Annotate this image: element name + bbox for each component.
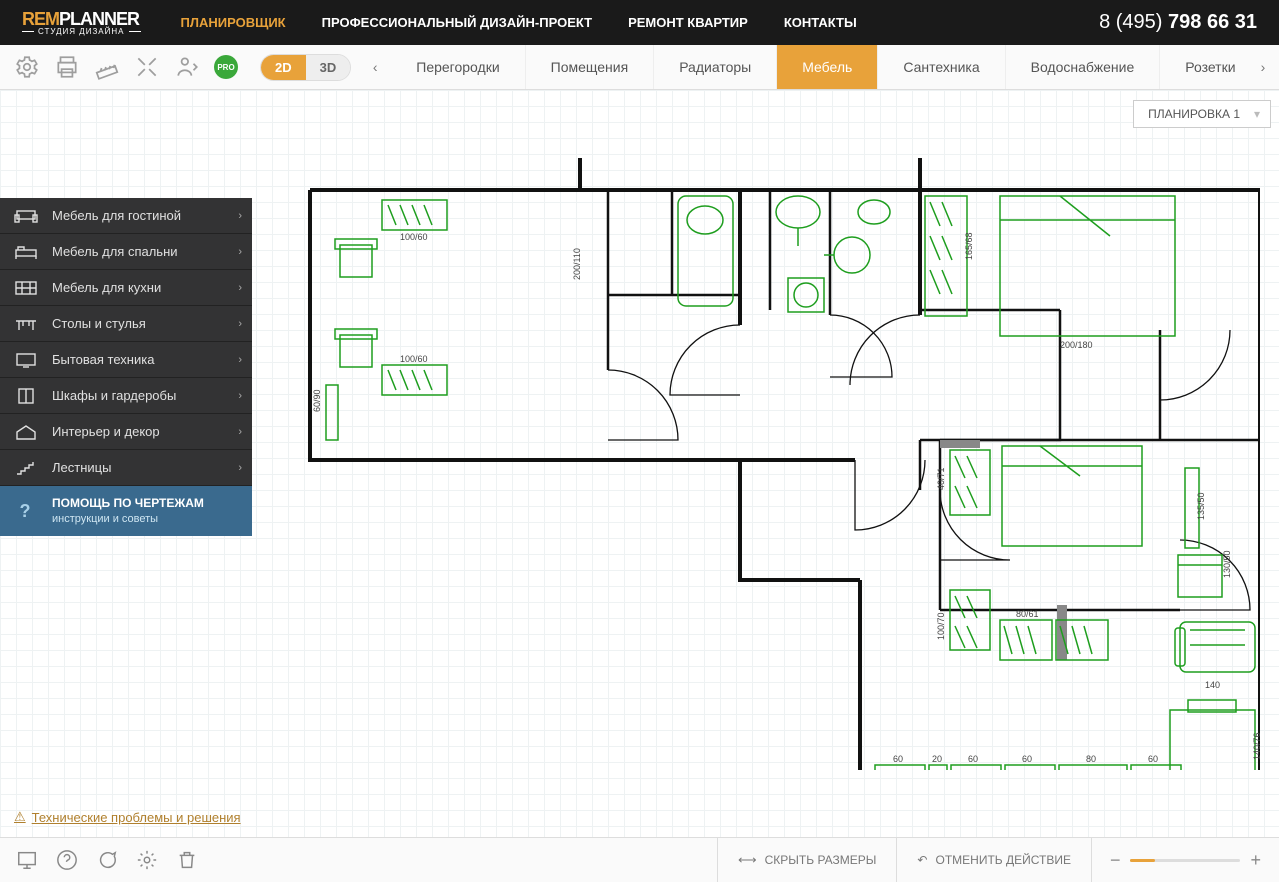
svg-text:20: 20: [932, 754, 942, 764]
svg-text:60: 60: [1148, 754, 1158, 764]
undo-button[interactable]: ↶ОТМЕНИТЬ ДЕЙСТВИЕ: [896, 838, 1091, 882]
sm-kitchen[interactable]: Мебель для кухни›: [0, 270, 252, 306]
tool-icons-group: PRO: [0, 54, 252, 80]
view-3d-button[interactable]: 3D: [306, 55, 351, 80]
phone-number[interactable]: 8 (495) 798 66 31: [1099, 11, 1257, 34]
cat-rooms[interactable]: Помещения: [526, 45, 655, 89]
chevron-right-icon: ›: [238, 390, 242, 402]
table-icon: [14, 314, 38, 334]
svg-text:60: 60: [893, 754, 903, 764]
cat-scroll-right[interactable]: ›: [1247, 45, 1279, 89]
stairs-icon: [14, 458, 38, 478]
print-icon[interactable]: [54, 54, 80, 80]
kitchen-icon: [14, 278, 38, 298]
logo-planner: PLANNER: [59, 9, 139, 29]
top-header: REMPLANNER СТУДИЯ ДИЗАЙНА ПЛАНИРОВЩИК ПР…: [0, 0, 1279, 45]
trash-icon[interactable]: [176, 849, 198, 871]
zoom-slider[interactable]: [1130, 859, 1240, 862]
svg-text:60: 60: [968, 754, 978, 764]
svg-text:80: 80: [1086, 754, 1096, 764]
sm-wardrobes[interactable]: Шкафы и гардеробы›: [0, 378, 252, 414]
category-tabs: Перегородки Помещения Радиаторы Мебель С…: [391, 45, 1247, 89]
chevron-right-icon: ›: [238, 318, 242, 330]
svg-text:200/180: 200/180: [1060, 340, 1093, 350]
cat-radiators[interactable]: Радиаторы: [654, 45, 777, 89]
svg-text:165/68: 165/68: [964, 232, 974, 260]
tools-icon[interactable]: [134, 54, 160, 80]
pro-badge[interactable]: PRO: [214, 55, 238, 79]
svg-text:60: 60: [1022, 754, 1032, 764]
chevron-right-icon: ›: [238, 246, 242, 258]
canvas[interactable]: ПЛАНИРОВКА 1 Мебель для гостиной› Мебель…: [0, 90, 1279, 837]
chevron-right-icon: ›: [238, 462, 242, 474]
tech-problems-link[interactable]: Технические проблемы и решения: [14, 809, 241, 825]
chevron-right-icon: ›: [238, 354, 242, 366]
cat-furniture[interactable]: Мебель: [777, 45, 878, 89]
help-circle-icon[interactable]: [56, 849, 78, 871]
cat-plumbing[interactable]: Сантехника: [878, 45, 1005, 89]
svg-text:100/70: 100/70: [936, 612, 946, 640]
toolbar: PRO 2D 3D ‹ Перегородки Помещения Радиат…: [0, 45, 1279, 90]
cat-scroll-left[interactable]: ‹: [359, 45, 391, 89]
question-icon: ?: [14, 500, 36, 522]
user-hand-icon[interactable]: [174, 54, 200, 80]
nav-contacts[interactable]: КОНТАКТЫ: [784, 15, 857, 30]
logo-rem: REM: [22, 9, 59, 29]
svg-text:200/110: 200/110: [572, 248, 582, 280]
svg-text:40/71: 40/71: [936, 467, 946, 490]
svg-text:135/50: 135/50: [1196, 492, 1206, 520]
svg-text:140: 140: [1205, 680, 1220, 690]
svg-text:140/76: 140/76: [1252, 732, 1260, 760]
furniture-sidemenu: Мебель для гостиной› Мебель для спальни›…: [0, 198, 252, 536]
sm-bedroom[interactable]: Мебель для спальни›: [0, 234, 252, 270]
chevron-right-icon: ›: [238, 426, 242, 438]
plan-dropdown[interactable]: ПЛАНИРОВКА 1: [1133, 100, 1271, 128]
monitor-icon[interactable]: [16, 849, 38, 871]
zoom-out-button[interactable]: −: [1110, 850, 1121, 871]
svg-text:130/50: 130/50: [1222, 550, 1232, 578]
nav-planner[interactable]: ПЛАНИРОВЩИК: [181, 15, 286, 30]
chevron-right-icon: ›: [238, 210, 242, 222]
cat-water[interactable]: Водоснабжение: [1006, 45, 1161, 89]
nav-renovation[interactable]: РЕМОНТ КВАРТИР: [628, 15, 748, 30]
bed-icon: [14, 242, 38, 262]
sm-stairs[interactable]: Лестницы›: [0, 450, 252, 486]
logo-subtitle: СТУДИЯ ДИЗАЙНА: [22, 28, 141, 36]
undo-icon: ↶: [917, 853, 927, 867]
hide-dimensions-button[interactable]: ⟷СКРЫТЬ РАЗМЕРЫ: [717, 838, 896, 882]
tv-icon: [14, 350, 38, 370]
view-2d-button[interactable]: 2D: [261, 55, 306, 80]
main-nav: ПЛАНИРОВЩИК ПРОФЕССИОНАЛЬНЫЙ ДИЗАЙН-ПРОЕ…: [181, 15, 857, 30]
logo[interactable]: REMPLANNER СТУДИЯ ДИЗАЙНА: [22, 10, 141, 36]
sm-help[interactable]: ? ПОМОЩЬ ПО ЧЕРТЕЖАМинструкции и советы: [0, 486, 252, 536]
chat-icon[interactable]: [96, 849, 118, 871]
home-icon: [14, 422, 38, 442]
nav-design[interactable]: ПРОФЕССИОНАЛЬНЫЙ ДИЗАЙН-ПРОЕКТ: [322, 15, 592, 30]
svg-text:100/60: 100/60: [400, 354, 428, 364]
svg-text:80/61: 80/61: [1016, 609, 1039, 619]
footer-icons: [0, 849, 214, 871]
zoom-in-button[interactable]: +: [1250, 850, 1261, 871]
sm-living[interactable]: Мебель для гостиной›: [0, 198, 252, 234]
cat-walls[interactable]: Перегородки: [391, 45, 525, 89]
sm-tables[interactable]: Столы и стулья›: [0, 306, 252, 342]
toggle-width-icon: ⟷: [738, 852, 757, 868]
floorplan-svg[interactable]: 100/60 100/60 200/110 60/90 165/68 200/1…: [300, 150, 1260, 770]
chevron-right-icon: ›: [238, 282, 242, 294]
footer-gear-icon[interactable]: [136, 849, 158, 871]
ruler-icon[interactable]: [94, 54, 120, 80]
svg-text:60/90: 60/90: [312, 389, 322, 412]
settings-gear-icon[interactable]: [14, 54, 40, 80]
wardrobe-icon: [14, 386, 38, 406]
footer-bar: ⟷СКРЫТЬ РАЗМЕРЫ ↶ОТМЕНИТЬ ДЕЙСТВИЕ − +: [0, 837, 1279, 882]
footer-right: ⟷СКРЫТЬ РАЗМЕРЫ ↶ОТМЕНИТЬ ДЕЙСТВИЕ − +: [717, 838, 1279, 882]
cat-sockets[interactable]: Розетки: [1160, 45, 1247, 89]
sofa-icon: [14, 206, 38, 226]
sm-appliances[interactable]: Бытовая техника›: [0, 342, 252, 378]
view-toggle: 2D 3D: [260, 54, 351, 81]
sm-interior[interactable]: Интерьер и декор›: [0, 414, 252, 450]
zoom-control: − +: [1091, 838, 1279, 882]
svg-text:100/60: 100/60: [400, 232, 428, 242]
